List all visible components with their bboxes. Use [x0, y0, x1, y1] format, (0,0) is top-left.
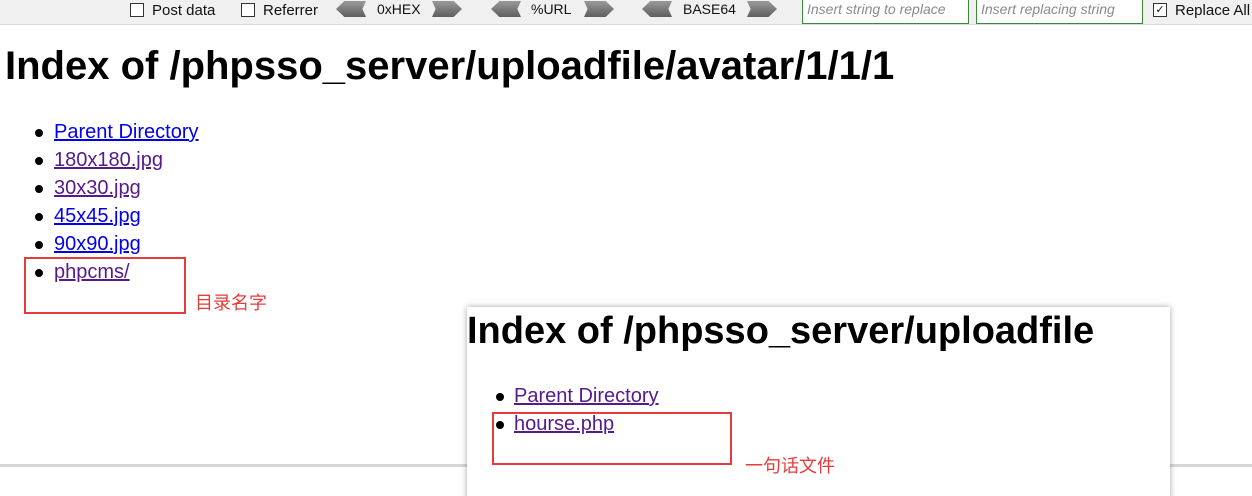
hex-encode-left-arrow-icon[interactable]	[336, 1, 366, 17]
file-link[interactable]: 45x45.jpg	[54, 205, 141, 227]
replace-all-checkbox[interactable]: ✓	[1153, 3, 1167, 17]
annotation-directory-name: 目录名字	[195, 293, 267, 313]
list-item: Parent Directory	[467, 382, 659, 410]
referrer-toggle[interactable]: Referrer	[241, 0, 318, 20]
list-item: 45x45.jpg	[0, 202, 199, 230]
list-item: Parent Directory	[0, 118, 199, 146]
list-item: 30x30.jpg	[0, 174, 199, 202]
post-data-label: Post data	[152, 1, 216, 19]
file-link[interactable]: 30x30.jpg	[54, 177, 141, 199]
hex-label: 0xHEX	[377, 1, 421, 17]
page-title: Index of /phpsso_server/uploadfile/avata…	[5, 44, 895, 88]
base64-label: BASE64	[683, 1, 736, 17]
list-item: 180x180.jpg	[0, 146, 199, 174]
hex-decode-right-arrow-icon[interactable]	[432, 1, 462, 17]
highlight-box	[24, 257, 186, 314]
post-data-toggle[interactable]: Post data	[130, 0, 215, 20]
overlay-page-title: Index of /phpsso_server/uploadfile	[467, 310, 1095, 352]
replace-string-input[interactable]: Insert string to replace	[802, 0, 969, 24]
replace-all-label: Replace All	[1175, 1, 1251, 19]
referrer-checkbox[interactable]	[241, 3, 255, 17]
annotation-webshell-file: 一句话文件	[745, 456, 835, 476]
replace-all-toggle[interactable]: ✓ Replace All	[1153, 0, 1250, 20]
parent-directory-link[interactable]: Parent Directory	[54, 121, 199, 143]
url-label: %URL	[531, 1, 572, 17]
file-link[interactable]: 180x180.jpg	[54, 149, 163, 171]
base64-encode-left-arrow-icon[interactable]	[642, 1, 672, 17]
url-encode-left-arrow-icon[interactable]	[491, 1, 521, 17]
post-data-checkbox[interactable]	[130, 3, 144, 17]
file-link[interactable]: 90x90.jpg	[54, 233, 141, 255]
url-decode-right-arrow-icon[interactable]	[584, 1, 614, 17]
parent-directory-link[interactable]: Parent Directory	[514, 385, 659, 407]
replacing-string-input[interactable]: Insert replacing string	[976, 0, 1143, 24]
referrer-label: Referrer	[263, 1, 319, 19]
list-item: 90x90.jpg	[0, 230, 199, 258]
base64-decode-right-arrow-icon[interactable]	[747, 1, 777, 17]
hackbar-toolbar: Post data Referrer 0xHEX %URL BASE64 Ins…	[0, 0, 1252, 25]
highlight-box	[492, 412, 732, 465]
